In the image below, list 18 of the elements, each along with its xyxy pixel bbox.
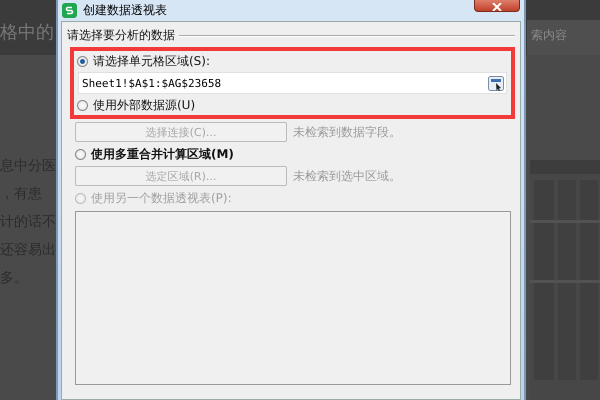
close-icon (492, 3, 502, 11)
range-picker-icon[interactable] (488, 76, 504, 90)
status-text: 未检索到数据字段。 (293, 124, 401, 140)
option-label: 使用另一个数据透视表(P): (91, 190, 232, 206)
option-label: 使用多重合并计算区域(M) (91, 146, 234, 162)
option-label: 请选择单元格区域(S): (93, 52, 210, 70)
radio-button[interactable] (75, 148, 86, 160)
option-label: 使用外部数据源(U) (93, 96, 196, 114)
page-heading: 格中的 (0, 21, 54, 45)
radio-button[interactable] (77, 56, 88, 66)
spreadsheet-logo-icon (62, 3, 77, 18)
search-field[interactable]: 索内容 (527, 20, 600, 55)
status-text: 未检索到选中区域。 (293, 168, 401, 184)
radio-button[interactable] (77, 100, 88, 110)
range-field[interactable]: Sheet1!$A$1:$AG$23658 (78, 72, 507, 94)
window-title: 创建数据透视表 (83, 2, 167, 19)
group-label: 请选择要分析的数据 (67, 27, 175, 44)
close-button[interactable] (474, 0, 520, 12)
